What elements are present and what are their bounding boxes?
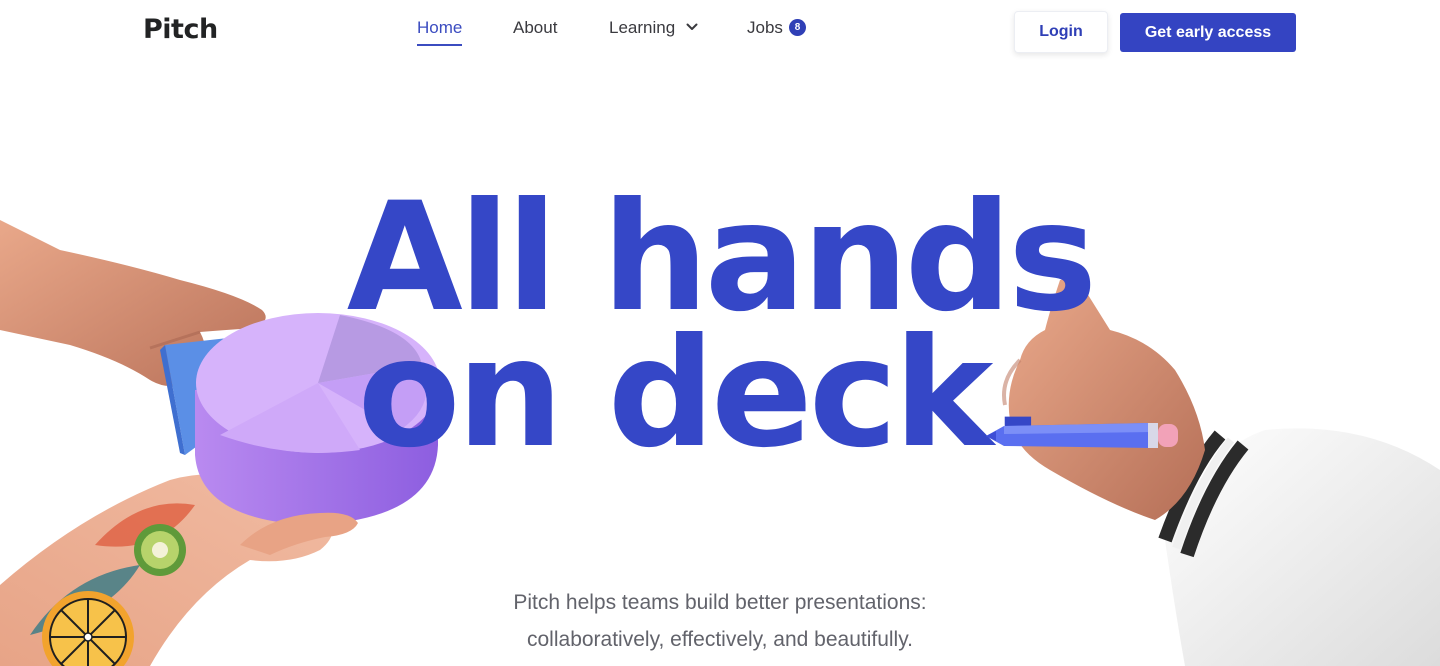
hero-subtitle: Pitch helps teams build better presentat… xyxy=(0,584,1440,658)
pencil-illustration xyxy=(986,423,1178,448)
hero-headline-line-1: All hands xyxy=(346,171,1098,345)
left-holding-hand-illustration xyxy=(240,512,358,555)
nav-about[interactable]: About xyxy=(513,18,557,38)
active-underline xyxy=(417,44,463,46)
get-early-access-button[interactable]: Get early access xyxy=(1120,13,1296,52)
nav-about-label: About xyxy=(513,18,558,37)
hero-headline: All hands on deck. xyxy=(0,171,1440,481)
chevron-down-icon xyxy=(686,23,698,31)
pitch-logo[interactable]: Pitch xyxy=(143,14,218,45)
login-button[interactable]: Login xyxy=(1014,11,1108,53)
nav-home[interactable]: Home xyxy=(417,18,463,46)
nav-learning-label: Learning xyxy=(609,18,676,37)
hero-subtitle-line-1: Pitch helps teams build better presentat… xyxy=(513,591,927,614)
nav-jobs-label: Jobs xyxy=(747,18,783,37)
hero-subtitle-line-2: collaboratively, effectively, and beauti… xyxy=(527,628,913,651)
jobs-count-badge: 8 xyxy=(789,19,806,36)
nav-jobs[interactable]: Jobs 8 xyxy=(747,18,806,38)
landing-page: Pitch Home About Learning Jobs 8 Login G… xyxy=(0,0,1440,666)
hero-headline-line-2: on deck. xyxy=(357,307,1047,481)
nav-learning[interactable]: Learning xyxy=(609,18,698,38)
nav-home-label: Home xyxy=(417,18,463,37)
